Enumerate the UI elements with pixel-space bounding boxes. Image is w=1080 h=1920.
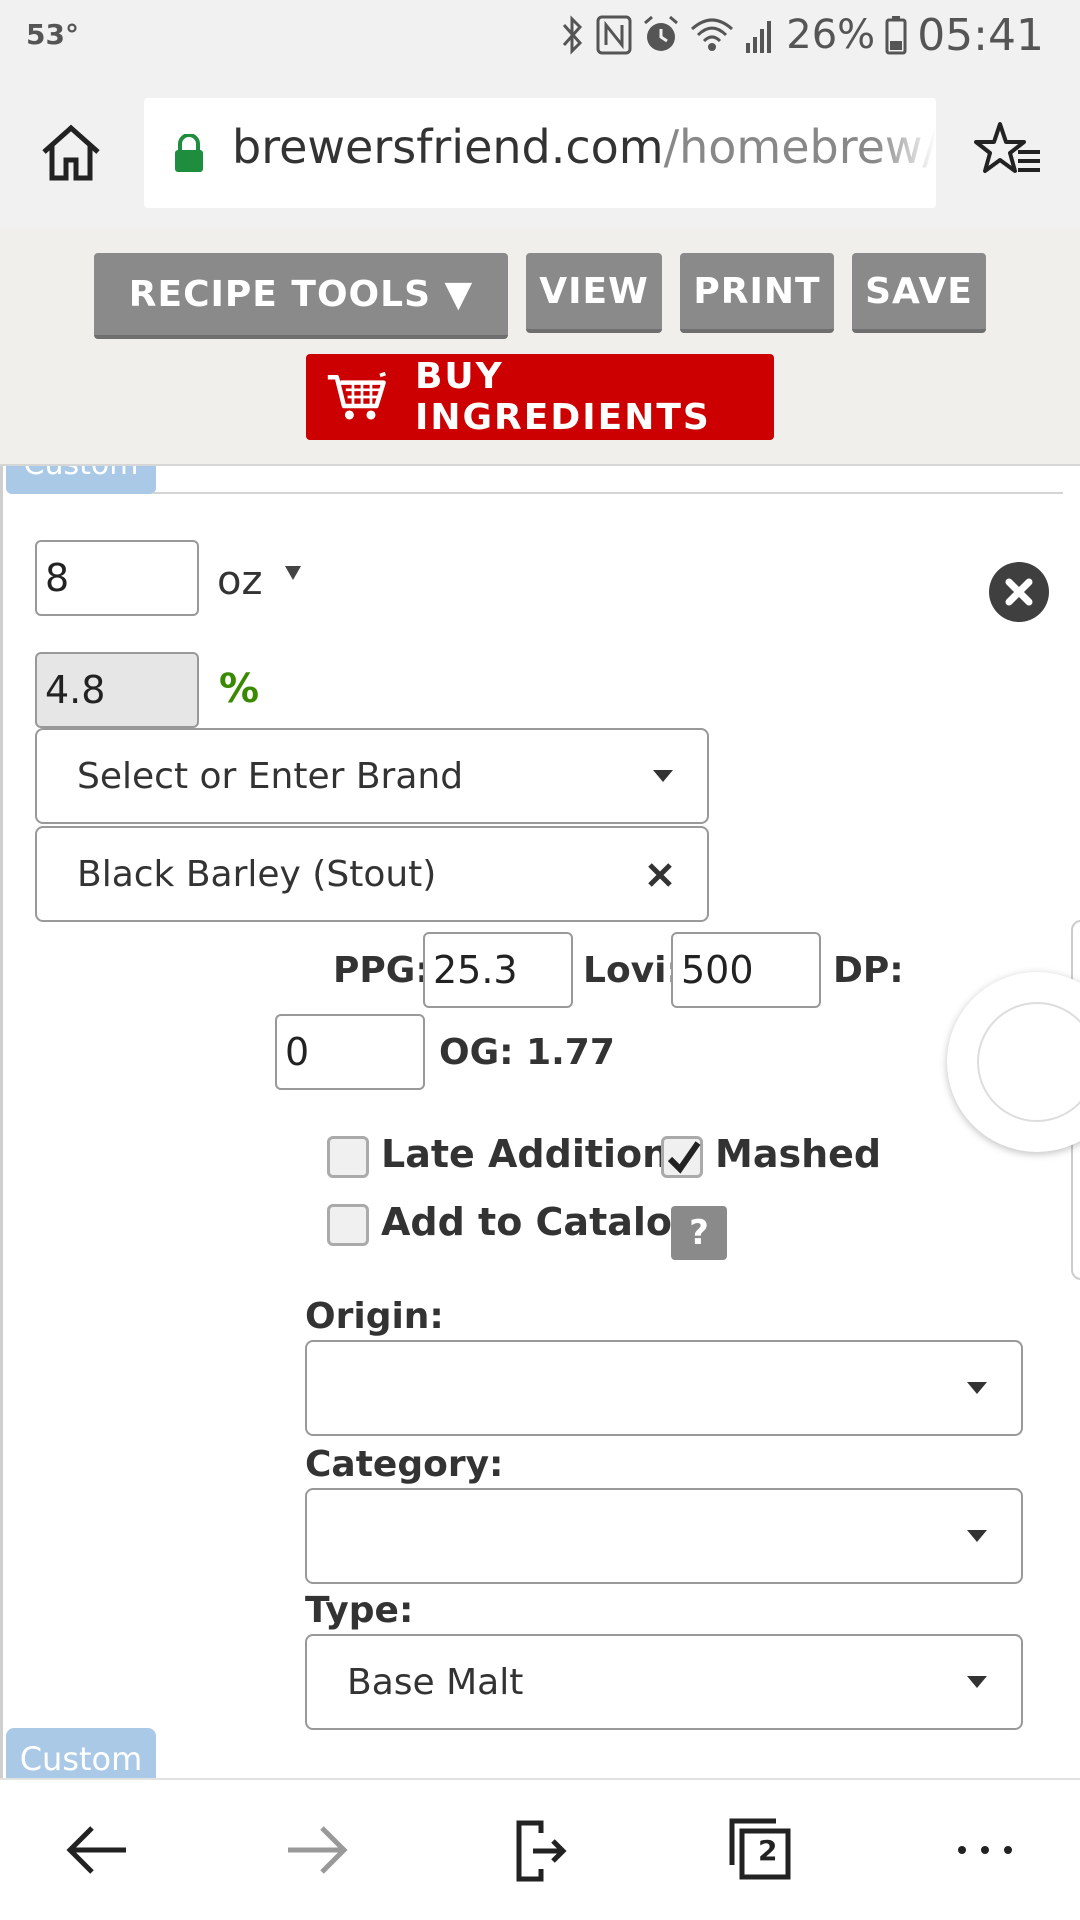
type-value: Base Malt [347, 1661, 524, 1703]
percent-sign: % [219, 666, 260, 712]
battery-percent: 26% [786, 12, 876, 58]
status-icons: 26% 05:41 [560, 9, 1044, 61]
lovi-label: Lovi: [583, 950, 681, 991]
bookmark-button[interactable] [974, 118, 1044, 188]
battery-icon [885, 16, 907, 55]
forward-arrow-icon [288, 1826, 348, 1874]
back-arrow-icon [66, 1826, 126, 1874]
category-label: Category: [305, 1444, 504, 1485]
url-field[interactable]: brewersfriend.com/homebrew/re [144, 98, 936, 208]
origin-label: Origin: [305, 1296, 444, 1337]
share-icon [516, 1820, 567, 1882]
save-button[interactable]: SAVE [852, 253, 986, 333]
lovibond-input[interactable]: 500 [671, 932, 821, 1008]
clock-text: 05:41 [917, 9, 1044, 61]
type-label: Type: [305, 1590, 414, 1631]
chevron-down-icon [967, 1530, 987, 1542]
floating-assistant-button[interactable] [947, 972, 1080, 1152]
divider [153, 492, 1063, 494]
custom-tab[interactable]: Custom [6, 466, 156, 494]
custom-tab[interactable]: Custom [6, 1728, 156, 1778]
forward-button[interactable] [272, 1810, 362, 1890]
alarm-icon [644, 15, 679, 51]
add-to-catalog-checkbox[interactable] [327, 1204, 369, 1246]
signal-icon [746, 21, 772, 53]
buy-ingredients-label: BUY INGREDIENTS [414, 356, 711, 438]
browser-bottom-nav: 2 [0, 1778, 1080, 1920]
unit-label: oz [217, 558, 263, 604]
view-button[interactable]: VIEW [526, 253, 662, 333]
more-dots-icon [958, 1846, 1012, 1854]
ingredient-name-select[interactable]: Black Barley (Stout) [35, 826, 709, 922]
recipe-tools-button[interactable]: RECIPE TOOLS ▼ [94, 253, 508, 339]
shopping-cart-icon [327, 371, 386, 420]
chevron-down-icon [967, 1676, 987, 1688]
unit-dropdown-icon [285, 566, 302, 580]
wifi-icon [691, 18, 734, 51]
tab-count: 2 [758, 1834, 778, 1867]
buy-ingredients-button[interactable]: BUY INGREDIENTS [306, 354, 774, 440]
late-addition-label: Late Addition [381, 1132, 670, 1176]
chevron-down-icon [653, 770, 673, 782]
dp-label: DP: [833, 950, 904, 991]
origin-select[interactable] [305, 1340, 1023, 1436]
percent-value: 4.8 [35, 652, 199, 728]
chevron-down-icon [967, 1382, 987, 1394]
close-icon [1005, 578, 1033, 606]
ppg-input[interactable]: 25.3 [423, 932, 573, 1008]
category-select[interactable] [305, 1488, 1023, 1584]
clear-icon[interactable] [647, 862, 673, 888]
mashed-checkbox[interactable] [661, 1136, 703, 1178]
type-select[interactable]: Base Malt [305, 1634, 1023, 1730]
lock-icon [175, 134, 203, 172]
help-button[interactable]: ? [671, 1206, 727, 1260]
unit-select[interactable]: oz [217, 558, 302, 604]
print-button[interactable]: PRINT [680, 253, 834, 333]
home-icon [42, 124, 100, 181]
og-text: OG: 1.77 [439, 1032, 615, 1073]
browser-address-bar: brewersfriend.com/homebrew/re [0, 74, 1080, 228]
back-button[interactable] [52, 1810, 142, 1890]
url-host: brewersfriend.com [232, 120, 664, 174]
status-bar: 53° 26% 05:41 [0, 0, 1080, 74]
add-to-catalog-label: Add to Catalog [381, 1200, 700, 1244]
brand-placeholder: Select or Enter Brand [77, 755, 464, 797]
amount-input[interactable]: 8 [35, 540, 199, 616]
nfc-icon [596, 15, 632, 55]
remove-button[interactable] [989, 562, 1049, 622]
temperature-text: 53° [26, 18, 79, 51]
ingredient-name: Black Barley (Stout) [77, 853, 437, 895]
dp-input[interactable]: 0 [275, 1014, 425, 1090]
mashed-label: Mashed [715, 1132, 882, 1176]
tabs-button[interactable]: 2 [716, 1810, 806, 1890]
ppg-label: PPG: [333, 950, 430, 991]
brand-select[interactable]: Select or Enter Brand [35, 728, 709, 824]
fermentable-editor: Custom 8 oz 4.8 % Select or Enter Brand … [0, 466, 1080, 1778]
more-menu-button[interactable] [940, 1810, 1030, 1890]
bluetooth-icon [563, 15, 583, 55]
late-addition-checkbox[interactable] [327, 1136, 369, 1178]
url-text: brewersfriend.com/homebrew/re [232, 120, 936, 174]
home-button[interactable] [38, 120, 104, 186]
share-button[interactable] [496, 1810, 586, 1890]
bookmark-star-icon [974, 122, 1040, 173]
recipe-toolbar: RECIPE TOOLS ▼ VIEW PRINT SAVE BUY INGRE… [0, 228, 1080, 466]
checkmark-icon [667, 1141, 701, 1174]
